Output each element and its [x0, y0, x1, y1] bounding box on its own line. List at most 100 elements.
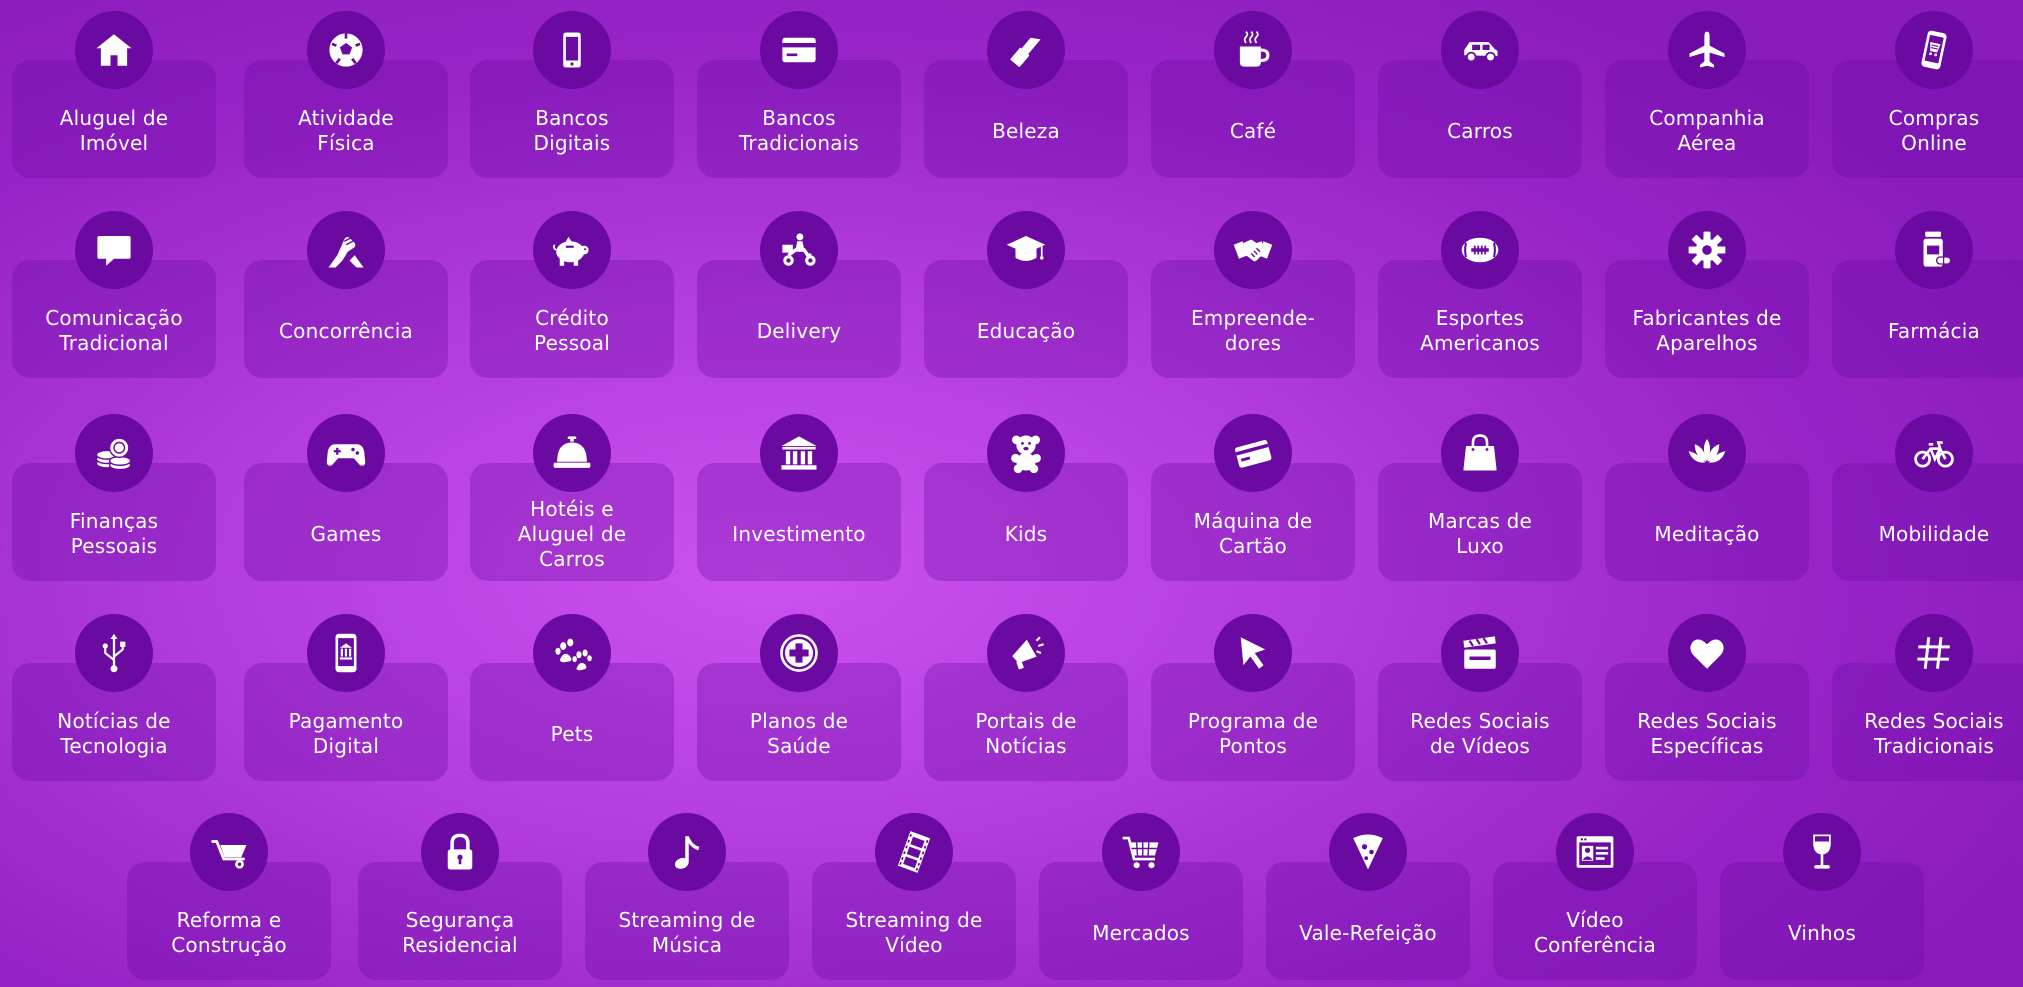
category-tile[interactable]: Crédito Pessoal: [470, 200, 674, 378]
shopping-phone-icon: [1895, 11, 1973, 89]
category-tile[interactable]: Vinhos: [1720, 802, 1924, 980]
category-tile[interactable]: Vale-Refeição: [1266, 802, 1470, 980]
category-label: Empreende- dores: [1190, 306, 1316, 355]
football-icon: [1441, 211, 1519, 289]
lotus-icon: [1668, 414, 1746, 492]
category-tile[interactable]: Esportes Americanos: [1378, 200, 1582, 378]
padlock-icon: [421, 813, 499, 891]
category-tile[interactable]: Compras Online: [1832, 0, 2023, 178]
shopping-cart-icon: [1102, 813, 1180, 891]
category-label: Notícias de Tecnologia: [57, 709, 171, 758]
credit-card-icon: [760, 11, 838, 89]
category-label: Aluguel de Imóvel: [59, 106, 169, 155]
category-tile[interactable]: Pets: [470, 603, 674, 781]
category-tile[interactable]: Fabricantes de Aparelhos: [1605, 200, 1809, 378]
category-label: Bancos Tradicionais: [738, 106, 860, 155]
category-tile[interactable]: Aluguel de Imóvel: [12, 0, 216, 178]
piggy-bank-icon: [533, 211, 611, 289]
category-tile[interactable]: Kids: [924, 403, 1128, 581]
category-tile[interactable]: Games: [244, 403, 448, 581]
bicycle-icon: [1895, 414, 1973, 492]
category-tile[interactable]: Pagamento Digital: [244, 603, 448, 781]
category-tile[interactable]: Streaming de Vídeo: [812, 802, 1016, 980]
category-label: Delivery: [756, 318, 842, 343]
soccer-ball-icon: [307, 11, 385, 89]
category-label: Meditação: [1654, 521, 1760, 546]
category-tile[interactable]: Educação: [924, 200, 1128, 378]
shopping-bag-icon: [1441, 414, 1519, 492]
category-label: Streaming de Música: [618, 908, 756, 957]
smartphone-icon: [533, 11, 611, 89]
paw-icon: [533, 614, 611, 692]
category-tile[interactable]: Máquina de Cartão: [1151, 403, 1355, 581]
category-tile[interactable]: Investimento: [697, 403, 901, 581]
category-tile[interactable]: Vídeo Conferência: [1493, 802, 1697, 980]
wine-glass-icon: [1783, 813, 1861, 891]
category-tile[interactable]: Redes Sociais de Vídeos: [1378, 603, 1582, 781]
category-tile[interactable]: Programa de Pontos: [1151, 603, 1355, 781]
category-tile[interactable]: Beleza: [924, 0, 1128, 178]
teddy-bear-icon: [987, 414, 1065, 492]
gear-icon: [1668, 211, 1746, 289]
airplane-icon: [1668, 11, 1746, 89]
category-tile[interactable]: Comunicação Tradicional: [12, 200, 216, 378]
category-label: Comunicação Tradicional: [45, 306, 183, 355]
category-tile[interactable]: Streaming de Música: [585, 802, 789, 980]
category-tile[interactable]: Mobilidade: [1832, 403, 2023, 581]
gamepad-icon: [307, 414, 385, 492]
category-tile[interactable]: Farmácia: [1832, 200, 2023, 378]
hashtag-icon: [1895, 614, 1973, 692]
category-tile[interactable]: Notícias de Tecnologia: [12, 603, 216, 781]
category-tile[interactable]: Meditação: [1605, 403, 1809, 581]
category-tile[interactable]: Companhia Aérea: [1605, 0, 1809, 178]
category-label: Compras Online: [1888, 106, 1980, 155]
category-tile[interactable]: Mercados: [1039, 802, 1243, 980]
category-tile[interactable]: Reforma e Construção: [127, 802, 331, 980]
category-label: Concorrência: [279, 318, 413, 343]
category-label: Beleza: [992, 118, 1060, 143]
category-label: Reforma e Construção: [171, 908, 287, 957]
category-label: Esportes Americanos: [1420, 306, 1540, 355]
category-label: Pets: [550, 721, 594, 746]
film-strip-icon: [875, 813, 953, 891]
category-tile[interactable]: Planos de Saúde: [697, 603, 901, 781]
mobile-bank-icon: [307, 614, 385, 692]
category-label: Bancos Digitais: [533, 106, 611, 155]
category-label: Streaming de Vídeo: [845, 908, 983, 957]
category-tile[interactable]: Delivery: [697, 200, 901, 378]
category-tile[interactable]: Redes Sociais Tradicionais: [1832, 603, 2023, 781]
coffee-cup-icon: [1214, 11, 1292, 89]
category-tile[interactable]: Atividade Física: [244, 0, 448, 178]
home-icon: [75, 11, 153, 89]
category-label: Vale-Refeição: [1299, 920, 1437, 945]
lipstick-icon: [987, 11, 1065, 89]
music-note-icon: [648, 813, 726, 891]
card-machine-icon: [1214, 414, 1292, 492]
category-tile[interactable]: Finanças Pessoais: [12, 403, 216, 581]
category-tile[interactable]: Bancos Digitais: [470, 0, 674, 178]
category-label: Redes Sociais Específicas: [1637, 709, 1777, 758]
category-label: Planos de Saúde: [749, 709, 849, 758]
chat-bubble-icon: [75, 211, 153, 289]
category-label: Café: [1229, 118, 1277, 143]
category-tile[interactable]: Café: [1151, 0, 1355, 178]
category-tile[interactable]: Bancos Tradicionais: [697, 0, 901, 178]
category-label: Atividade Física: [298, 106, 394, 155]
category-label: Companhia Aérea: [1649, 106, 1765, 155]
category-label: Mobilidade: [1878, 521, 1990, 546]
category-label: Redes Sociais Tradicionais: [1864, 709, 2004, 758]
category-tile[interactable]: Hotéis e Aluguel de Carros: [470, 403, 674, 581]
category-tile[interactable]: Empreende- dores: [1151, 200, 1355, 378]
category-tile[interactable]: Redes Sociais Específicas: [1605, 603, 1809, 781]
category-tile[interactable]: Carros: [1378, 0, 1582, 178]
category-tile[interactable]: Segurança Residencial: [358, 802, 562, 980]
video-call-icon: [1556, 813, 1634, 891]
medical-cross-icon: [760, 614, 838, 692]
category-label: Programa de Pontos: [1187, 709, 1319, 758]
category-tile[interactable]: Concorrência: [244, 200, 448, 378]
category-label: Segurança Residencial: [402, 908, 518, 957]
pizza-slice-icon: [1329, 813, 1407, 891]
category-tile[interactable]: Marcas de Luxo: [1378, 403, 1582, 581]
category-tile[interactable]: Portais de Notícias: [924, 603, 1128, 781]
megaphone-icon: [987, 614, 1065, 692]
